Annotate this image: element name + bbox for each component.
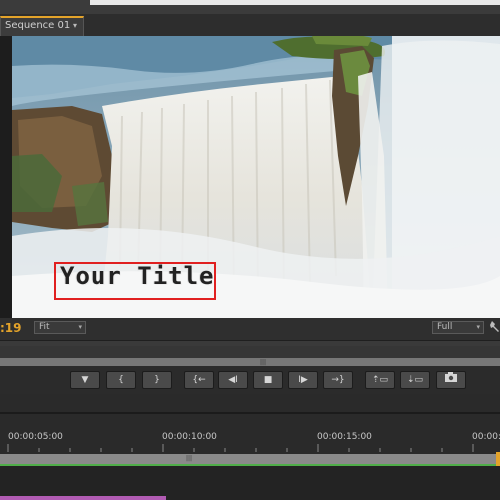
go-to-out-button[interactable]: →} xyxy=(323,371,353,389)
title-clip[interactable] xyxy=(0,496,166,500)
resolution-select[interactable]: Full ▾ xyxy=(432,321,484,334)
timeline-panel: 00:00:05:00 00:00:10:00 00:00:15:00 00:0… xyxy=(0,394,500,500)
ruler-label: 00:00:2 xyxy=(472,432,500,442)
work-area-handle-icon[interactable]: ||| xyxy=(186,455,192,462)
go-to-in-button[interactable]: {← xyxy=(184,371,214,389)
fit-select[interactable]: Fit ▾ xyxy=(34,321,86,334)
step-back-button[interactable]: ◀I xyxy=(218,371,248,389)
ruler-label: 00:00:05:00 xyxy=(8,432,63,442)
add-marker-button[interactable]: ▼ xyxy=(70,371,100,389)
playhead-timecode[interactable]: :19 xyxy=(0,321,22,335)
lift-button[interactable]: ⇡▭ xyxy=(365,371,395,389)
zoom-handle-icon[interactable]: ||| xyxy=(260,359,266,366)
ruler-label: 00:00:15:00 xyxy=(317,432,372,442)
extract-button[interactable]: ⇣▭ xyxy=(400,371,430,389)
title-overlay-text: Your Title xyxy=(60,262,215,290)
window-top-strip xyxy=(0,0,500,14)
chevron-down-icon: ▾ xyxy=(476,323,480,331)
export-frame-button[interactable] xyxy=(436,371,466,389)
top-light-strip xyxy=(90,0,500,5)
ruler-label: 00:00:10:00 xyxy=(162,432,217,442)
panel-tab-bar: Sequence 01 ▾ xyxy=(0,14,500,37)
fit-select-value: Fit xyxy=(39,322,50,332)
stop-button[interactable]: ■ xyxy=(253,371,283,389)
tab-sequence-01[interactable]: Sequence 01 ▾ xyxy=(0,16,84,36)
ruler-ticks xyxy=(7,444,474,452)
chevron-down-icon: ▾ xyxy=(78,323,82,331)
tab-label: Sequence 01 xyxy=(5,20,71,31)
camera-icon xyxy=(445,372,457,385)
chevron-down-icon[interactable]: ▾ xyxy=(73,18,77,34)
monitor-mini-timeline[interactable] xyxy=(0,346,500,358)
transport-controls: ▼ { } {← ◀I ■ I▶ →} ⇡▭ ⇣▭ xyxy=(0,366,500,395)
panel-divider xyxy=(0,412,500,414)
program-monitor: Your Title xyxy=(0,36,500,318)
work-area-bar[interactable]: ||| xyxy=(0,454,500,464)
monitor-control-bar: :19 Fit ▾ Full ▾ xyxy=(0,318,500,340)
mark-out-button[interactable]: } xyxy=(142,371,172,389)
resolution-select-value: Full xyxy=(437,322,453,332)
mark-in-button[interactable]: { xyxy=(106,371,136,389)
wrench-icon[interactable] xyxy=(490,320,500,335)
monitor-zoom-bar[interactable]: ||| xyxy=(0,358,500,366)
video-track[interactable] xyxy=(0,466,500,500)
step-forward-button[interactable]: I▶ xyxy=(288,371,318,389)
